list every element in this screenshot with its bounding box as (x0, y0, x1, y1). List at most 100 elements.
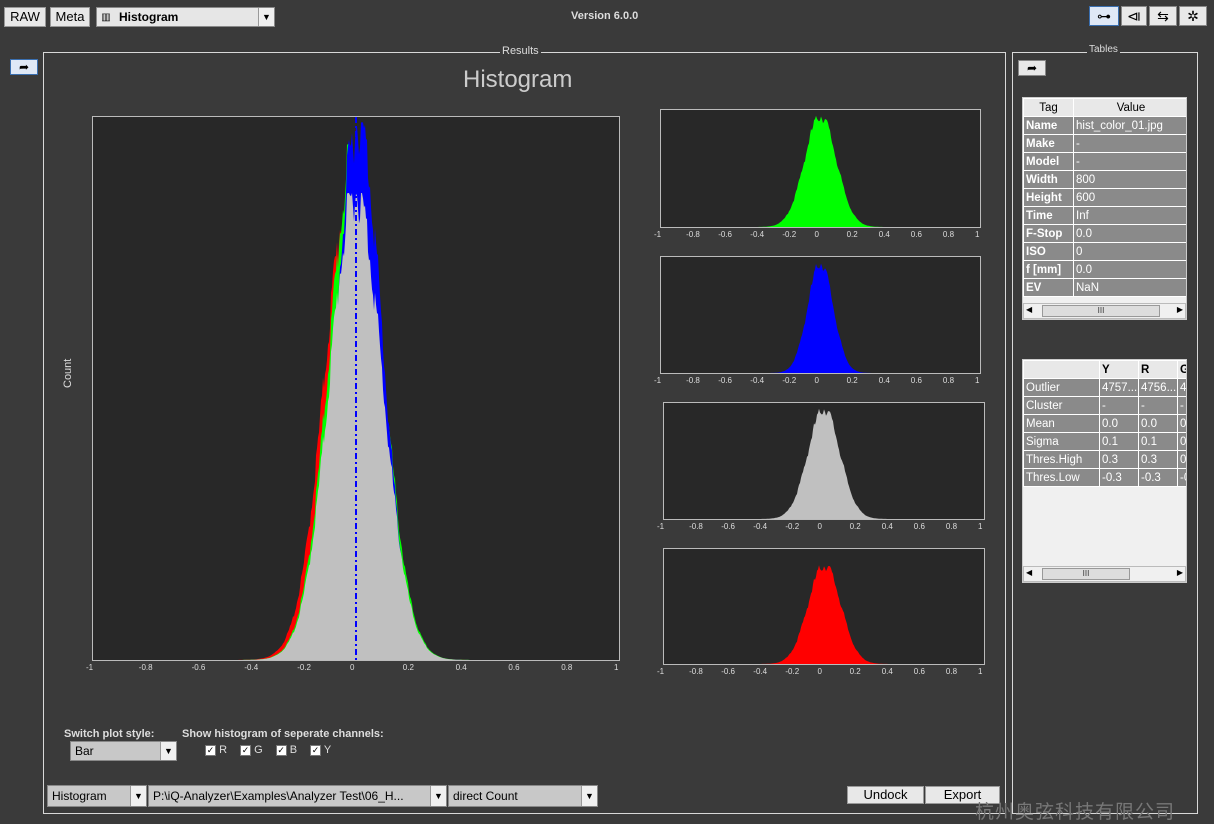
file-path-select[interactable]: P:\iQ-Analyzer\Examples\Analyzer Test\06… (148, 785, 447, 807)
x-tick-label: 0.2 (846, 376, 858, 385)
stats-label-cell: Thres.Low (1023, 468, 1100, 487)
results-panel-title: Results (500, 45, 541, 57)
meta-value-cell: - (1073, 134, 1186, 153)
switch-plot-style-label: Switch plot style: (64, 728, 155, 740)
x-tick-label: -0.8 (689, 667, 703, 676)
checkmark-icon: ✓ (275, 744, 287, 756)
x-tick-label: -0.4 (750, 376, 765, 385)
histogram-icon: ▥ (101, 11, 111, 23)
stats-label-cell: Cluster (1023, 396, 1100, 415)
chevron-down-icon: ▼ (430, 786, 446, 806)
scroll-right-icon[interactable]: ▶ (1177, 305, 1183, 314)
meta-button[interactable]: Meta (50, 7, 90, 27)
file-path-value: P:\iQ-Analyzer\Examples\Analyzer Test\06… (153, 789, 404, 803)
meta-tag-cell: Name (1023, 116, 1074, 135)
x-tick-label: 1 (614, 663, 619, 672)
meta-row: f [mm] 0.0 (1023, 260, 1186, 279)
green-histogram-svg (661, 115, 980, 227)
scroll-left-icon[interactable]: ◀ (1026, 305, 1032, 314)
meta-row: Name hist_color_01.jpg (1023, 116, 1186, 135)
meta-table-scrollbar[interactable]: ◀ III ▶ (1023, 303, 1186, 319)
channel-g-label: G (254, 744, 263, 756)
stats-value-cell: 0.0 (1099, 414, 1139, 433)
count-mode-value: direct Count (453, 789, 518, 803)
scroll-right-icon[interactable]: ▶ (1177, 568, 1183, 577)
x-tick-label: 0.2 (849, 522, 861, 531)
stats-value-cell: 0.3 (1099, 450, 1139, 469)
blue-histogram-svg (661, 263, 980, 373)
x-tick-label: -1 (657, 667, 665, 676)
blue-x-axis: -1 -0.8 -0.6 -0.4 -0.2 0 0.2 0.4 0.6 0.8 1 (654, 376, 981, 386)
dock-arrow-icon[interactable]: ➦ (1018, 60, 1046, 76)
version-label: Version 6.0.0 (571, 10, 639, 22)
stats-value-cell: - (1138, 396, 1178, 415)
channel-y-checkbox[interactable]: ✓ Y (310, 744, 331, 756)
channel-r-checkbox[interactable]: ✓ R (205, 744, 227, 756)
gear-icon[interactable]: ✲ (1179, 6, 1207, 26)
bottom-module-select[interactable]: Histogram ▼ (47, 785, 147, 807)
x-tick-label: -1 (86, 663, 94, 672)
stats-value-cell: -0.3 (1138, 468, 1178, 487)
raw-button[interactable]: RAW (4, 7, 46, 27)
blue-histogram-plot (660, 256, 981, 374)
stats-label-cell: Mean (1023, 414, 1100, 433)
stats-value-cell: 0 (1177, 450, 1186, 469)
meta-tag-cell: Height (1023, 188, 1074, 207)
x-tick-label: 0.2 (846, 230, 858, 239)
undock-button[interactable]: Undock (847, 786, 924, 804)
checkmark-icon: ✓ (205, 744, 216, 756)
stats-table-scrollbar[interactable]: ◀ III ▶ (1023, 566, 1186, 582)
x-tick-label: -0.2 (785, 667, 800, 676)
x-tick-label: 1 (978, 667, 983, 676)
meta-row: EV NaN (1023, 278, 1186, 297)
channel-b-checkbox[interactable]: ✓ B (275, 744, 297, 756)
meta-value-cell: 600 (1073, 188, 1186, 207)
channel-g-checkbox[interactable]: ✓ G (240, 744, 263, 756)
chevron-down-icon: ▼ (130, 786, 146, 806)
meta-row: Time Inf (1023, 206, 1186, 225)
x-tick-label: -1 (657, 522, 665, 531)
watermark: 杭州奥弦科技有限公司 (975, 802, 1176, 823)
y-axis-label: Count (62, 358, 74, 388)
histogram-series-y (664, 408, 984, 519)
x-tick-label: 0.6 (910, 230, 922, 239)
stats-value-cell: 4757... (1099, 378, 1139, 397)
stats-value-cell: 0.0 (1138, 414, 1178, 433)
meta-row: Width 800 (1023, 170, 1186, 189)
x-tick-label: -0.6 (721, 522, 735, 531)
module-select[interactable]: ▥ Histogram ▼ (96, 7, 275, 27)
chevron-down-icon: ▼ (581, 786, 597, 806)
tables-panel-title: Tables (1087, 44, 1120, 55)
x-tick-label: 0.8 (942, 376, 955, 385)
x-tick-label: -0.8 (686, 376, 700, 385)
gray-histogram-plot (663, 402, 985, 520)
swap-icon[interactable]: ⇆ (1149, 6, 1177, 26)
dock-arrow-icon[interactable]: ➦ (10, 59, 38, 75)
x-tick-label: 0.4 (881, 522, 893, 531)
key-icon[interactable]: ⊶ (1089, 6, 1119, 26)
channel-checkboxes: ✓ R ✓ G ✓ B ✓ Y (205, 744, 331, 756)
plot-style-select[interactable]: Bar ▼ (70, 741, 177, 761)
meta-value-cell: hist_color_01.jpg (1073, 116, 1186, 135)
x-tick-label: -0.8 (686, 230, 700, 239)
stats-scroll-thumb[interactable]: III (1042, 568, 1130, 580)
meta-tag-cell: f [mm] (1023, 260, 1074, 279)
x-tick-label: 0.6 (913, 522, 925, 531)
x-tick-label: 0.4 (455, 663, 467, 672)
count-mode-select[interactable]: direct Count ▼ (448, 785, 598, 807)
meta-tag-cell: Make (1023, 134, 1074, 153)
x-tick-label: -0.6 (721, 667, 735, 676)
scroll-left-icon[interactable]: ◀ (1026, 568, 1032, 577)
x-tick-label: -0.4 (753, 667, 768, 676)
x-tick-label: 0.4 (878, 376, 890, 385)
channels-label: Show histogram of seperate channels: (182, 728, 384, 740)
main-x-axis: -1 -0.8 -0.6 -0.4 -0.2 0 0.2 0.4 0.6 0.8 1 (86, 663, 620, 675)
split-icon[interactable]: ⧏ (1121, 6, 1147, 26)
meta-tag-cell: Width (1023, 170, 1074, 189)
x-tick-label: -1 (654, 376, 662, 385)
meta-scroll-thumb[interactable]: III (1042, 305, 1160, 317)
stats-table: YRGOutlier4757...4756...4Cluster---Mean0… (1022, 359, 1187, 583)
channel-r-label: R (219, 744, 228, 756)
x-tick-label: -0.2 (782, 230, 797, 239)
stats-row: Sigma 0.1 0.1 0 (1023, 432, 1186, 451)
